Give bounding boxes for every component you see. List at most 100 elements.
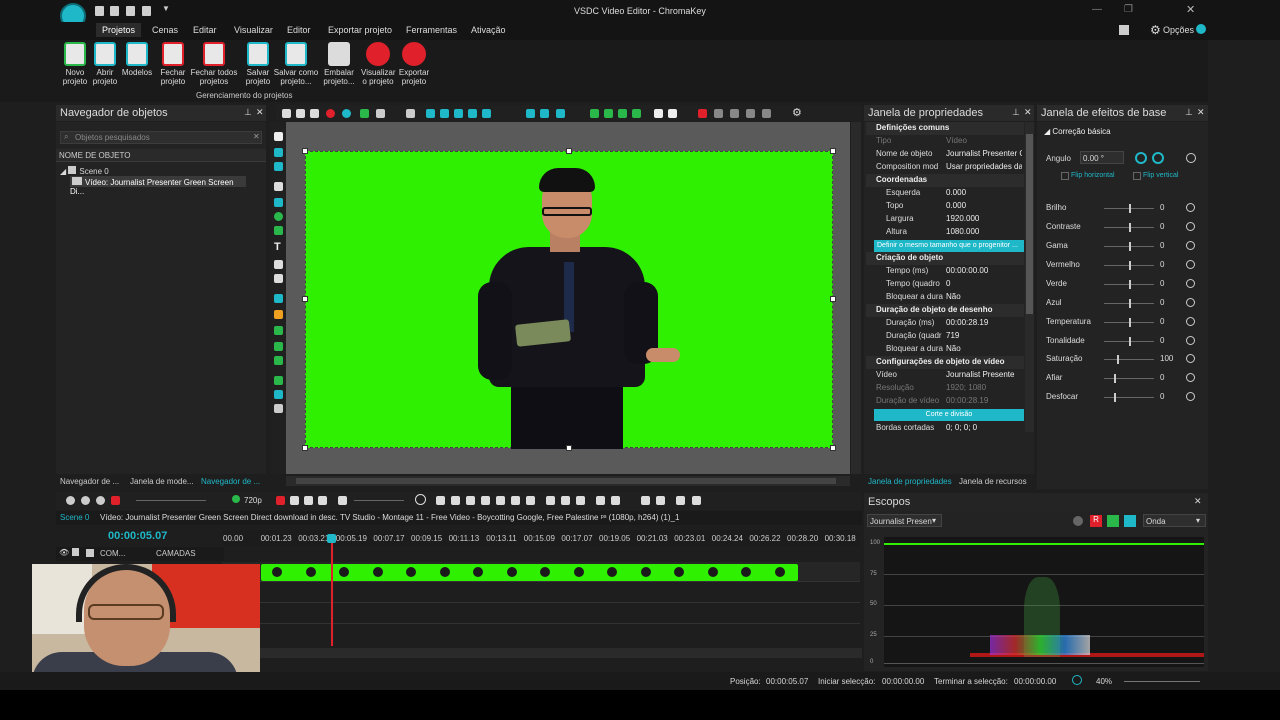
basic-correction-section[interactable]: ◢ Correção básica	[1044, 127, 1111, 136]
reset-icon[interactable]	[1186, 373, 1195, 382]
menu-ferramentas[interactable]: Ferramentas	[406, 25, 457, 35]
effect-row-3[interactable]: Vermelho 0	[1046, 258, 1206, 272]
close-icon[interactable]: ✕	[1194, 496, 1202, 507]
effect-slider-handle[interactable]	[1129, 204, 1131, 213]
handle-ml[interactable]	[302, 296, 308, 302]
grid-icon[interactable]	[406, 109, 415, 118]
tl-tool-4[interactable]	[596, 496, 605, 505]
pin-icon[interactable]: ⊥	[244, 107, 252, 118]
effect-slider-track[interactable]	[1104, 393, 1154, 402]
arrow-down-icon[interactable]	[604, 109, 613, 118]
clock-icon[interactable]	[415, 494, 426, 505]
quick-open-icon[interactable]	[110, 6, 119, 16]
prop-time-frame[interactable]: Tempo (quadro 0	[872, 278, 1022, 291]
tab-object-nav[interactable]: Navegador de ...	[60, 477, 119, 486]
reset-icon[interactable]	[1186, 336, 1195, 345]
step-back-icon[interactable]	[466, 496, 475, 505]
paste-icon[interactable]	[310, 109, 319, 118]
close-project-button[interactable]: Fechar projeto	[156, 42, 190, 86]
effect-slider-handle[interactable]	[1129, 337, 1131, 346]
rotate-right-icon[interactable]	[1152, 152, 1164, 164]
effect-row-7[interactable]: Tonalidade 0	[1046, 334, 1206, 348]
prop-width[interactable]: Largura 1920.000	[872, 213, 1022, 226]
menu-cenas[interactable]: Cenas	[152, 25, 178, 35]
trim-icon[interactable]	[304, 496, 313, 505]
layer-icon-5[interactable]	[762, 109, 771, 118]
cut-icon[interactable]	[282, 109, 291, 118]
shape-tool-icon[interactable]	[274, 226, 283, 235]
layout-icon[interactable]	[1119, 25, 1129, 35]
quick-export-icon[interactable]	[142, 6, 151, 16]
prop-time-ms[interactable]: Tempo (ms) 00:00:00.00	[872, 265, 1022, 278]
tool-icon-17[interactable]	[274, 390, 283, 399]
effect-row-9[interactable]: Afiar 0	[1046, 371, 1206, 385]
layer-icon-2[interactable]	[714, 109, 723, 118]
handle-br[interactable]	[830, 445, 836, 451]
crop-icon[interactable]	[342, 109, 351, 118]
effect-slider-handle[interactable]	[1116, 355, 1119, 364]
resolution-select[interactable]: 720p	[244, 496, 262, 505]
redo-icon[interactable]	[376, 109, 385, 118]
channel-g-button[interactable]	[1107, 515, 1119, 527]
tl-tool-1[interactable]	[546, 496, 555, 505]
lock-icon[interactable]	[72, 548, 79, 556]
toolbar-gear-icon[interactable]: ⚙	[792, 106, 802, 119]
close-icon[interactable]: ✕	[1197, 107, 1205, 118]
effect-row-0[interactable]: Brilho 0	[1046, 201, 1206, 215]
rect-tool-icon[interactable]	[274, 198, 283, 207]
minimize-button[interactable]: —	[1092, 4, 1102, 15]
marker-icon[interactable]	[276, 496, 285, 505]
split-icon[interactable]	[290, 496, 299, 505]
reset-icon[interactable]	[1186, 298, 1195, 307]
flip-horizontal-checkbox[interactable]	[1061, 172, 1069, 180]
properties-scrollbar[interactable]	[1025, 122, 1034, 432]
align-icon-4[interactable]	[468, 109, 477, 118]
flip-vertical-checkbox[interactable]	[1133, 172, 1141, 180]
handle-tl[interactable]	[302, 148, 308, 154]
new-project-button[interactable]: Novo projeto	[58, 42, 92, 86]
image-tool-icon[interactable]	[274, 260, 283, 269]
eye-visibility-icon[interactable]: 👁	[59, 548, 69, 557]
channel-b-button[interactable]	[1124, 515, 1136, 527]
zoom-in-icon[interactable]	[66, 496, 75, 505]
sec-common[interactable]: Definições comuns	[866, 122, 1024, 135]
go-start-icon[interactable]	[436, 496, 445, 505]
shape-icon-2[interactable]	[668, 109, 677, 118]
layer-icon-4[interactable]	[746, 109, 755, 118]
record-icon[interactable]	[111, 496, 120, 505]
effect-row-4[interactable]: Verde 0	[1046, 277, 1206, 291]
clip-breadcrumb[interactable]: Vídeo: Journalist Presenter Green Screen…	[100, 513, 679, 522]
ellipse-tool-icon[interactable]	[274, 212, 283, 221]
effect-slider-track[interactable]	[1104, 355, 1154, 364]
chart-tool-icon[interactable]	[274, 294, 283, 303]
prop-duration-frames[interactable]: Duração (quadr 719	[872, 330, 1022, 343]
handle-mr[interactable]	[830, 296, 836, 302]
align-icon-2[interactable]	[440, 109, 449, 118]
step-forward-icon[interactable]	[511, 496, 520, 505]
playhead-line[interactable]	[331, 536, 333, 646]
timeline-zoom-slider[interactable]	[136, 500, 206, 501]
copy-icon[interactable]	[296, 109, 305, 118]
menu-editar[interactable]: Editar	[193, 25, 217, 35]
reset-icon[interactable]	[1186, 222, 1195, 231]
menu-visualizar[interactable]: Visualizar	[234, 25, 273, 35]
stop-icon[interactable]	[481, 496, 490, 505]
reset-icon[interactable]	[1186, 260, 1195, 269]
prop-lock-duration-2[interactable]: Bloquear a dura Não	[872, 343, 1022, 356]
tab-resources[interactable]: Janela de recursos	[959, 477, 1027, 486]
tl-tool-2[interactable]	[561, 496, 570, 505]
tool-icon-15[interactable]	[274, 356, 283, 365]
eye-icon[interactable]	[232, 495, 240, 503]
effect-slider-track[interactable]	[1104, 261, 1154, 270]
zoom-fit-status-icon[interactable]	[1072, 675, 1082, 685]
close-icon[interactable]: ✕	[256, 107, 264, 118]
text-tool-icon[interactable]: T	[274, 241, 281, 253]
playhead-handle[interactable]	[327, 534, 336, 543]
effect-row-1[interactable]: Contraste 0	[1046, 220, 1206, 234]
reset-icon[interactable]	[1186, 354, 1195, 363]
tl-tool-8[interactable]	[676, 496, 685, 505]
video-preview[interactable]	[305, 151, 833, 449]
prop-composition[interactable]: Composition mod Usar propriedades da	[872, 161, 1022, 174]
menu-ativacao[interactable]: Ativação	[471, 25, 506, 35]
prop-lock-duration[interactable]: Bloquear a dura Não	[872, 291, 1022, 304]
